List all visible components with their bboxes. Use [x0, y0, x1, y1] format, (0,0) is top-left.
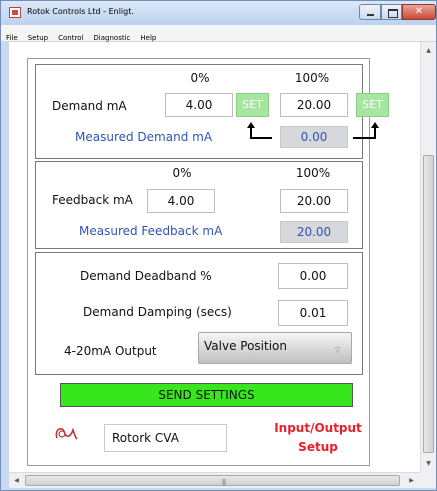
feedback-high-input[interactable]: 20.00 — [280, 189, 348, 213]
title-bar[interactable]: Rotok Controls Ltd - Enligt. ✕ — [1, 1, 436, 25]
vertical-scrollbar[interactable]: ▲ ▼ — [420, 42, 436, 472]
horizontal-scrollbar[interactable]: ◀ ||| ▶ — [9, 472, 420, 488]
chevron-down-icon: ▽ — [335, 346, 341, 354]
horizontal-scroll-thumb[interactable]: ||| — [25, 475, 400, 486]
maximize-button[interactable] — [381, 4, 402, 20]
scroll-corner — [420, 472, 436, 488]
demand-high-input[interactable]: 20.00 — [280, 93, 348, 117]
page-title-line2: Setup — [298, 440, 338, 454]
output-select[interactable]: Valve Position ▽ — [198, 332, 352, 364]
device-name-field[interactable]: Rotork CVA — [104, 424, 227, 452]
output-select-value: Valve Position — [204, 339, 287, 353]
vertical-scroll-thumb[interactable] — [423, 155, 434, 453]
measured-feedback-value: 20.00 — [280, 221, 348, 243]
demand-pct-high: 100% — [294, 71, 330, 85]
window-title: Rotok Controls Ltd - Enligt. — [27, 7, 134, 16]
demand-low-set-button[interactable]: SET — [236, 93, 269, 117]
maximize-icon — [388, 9, 398, 18]
measured-demand-label: Measured Demand mA — [75, 130, 213, 144]
feedback-pct-high: 100% — [295, 166, 331, 180]
page-title-line1: Input/Output — [274, 421, 362, 435]
feedback-label: Feedback mA — [52, 193, 133, 207]
minimize-button[interactable] — [359, 4, 381, 20]
page-title: Input/Output Setup — [263, 419, 373, 457]
menu-diagnostic[interactable]: Diagnostic — [88, 30, 135, 42]
menu-control[interactable]: Control — [53, 30, 88, 42]
deadband-label: Demand Deadband % — [80, 269, 212, 283]
measured-feedback-label: Measured Feedback mA — [79, 224, 223, 238]
feedback-pct-low: 0% — [172, 166, 192, 180]
close-button[interactable]: ✕ — [402, 4, 436, 20]
grip-icon: ||| — [222, 479, 226, 486]
rotork-logo-icon — [55, 427, 78, 440]
deadband-input[interactable]: 0.00 — [278, 263, 348, 289]
damping-label: Demand Damping (secs) — [83, 305, 232, 319]
demand-pct-low: 0% — [190, 71, 210, 85]
arrow-up-left-icon — [247, 122, 272, 139]
demand-label: Demand mA — [52, 99, 127, 113]
demand-high-set-button[interactable]: SET — [356, 93, 389, 117]
scroll-right-icon[interactable]: ▶ — [404, 473, 419, 488]
menu-bar: File Setup Control Diagnostic Help — [1, 25, 436, 42]
menu-file[interactable]: File — [1, 30, 23, 42]
damping-input[interactable]: 0.01 — [278, 300, 348, 326]
close-icon: ✕ — [414, 6, 424, 17]
arrow-up-right-icon — [353, 122, 379, 139]
scroll-left-icon[interactable]: ◀ — [9, 473, 24, 488]
measured-demand-value: 0.00 — [280, 126, 348, 148]
demand-low-input[interactable]: 4.00 — [165, 93, 233, 117]
feedback-low-input[interactable]: 4.00 — [147, 189, 215, 213]
output-label: 4-20mA Output — [64, 344, 157, 358]
minimize-icon — [367, 14, 374, 16]
scroll-down-icon[interactable]: ▼ — [421, 456, 436, 471]
menu-setup[interactable]: Setup — [23, 30, 53, 42]
send-settings-button[interactable]: SEND SETTINGS — [60, 383, 353, 407]
app-window: Rotok Controls Ltd - Enligt. ✕ File Setup… — [0, 0, 437, 491]
menu-help[interactable]: Help — [135, 30, 161, 42]
app-icon — [9, 7, 21, 18]
scroll-up-icon[interactable]: ▲ — [421, 43, 436, 58]
